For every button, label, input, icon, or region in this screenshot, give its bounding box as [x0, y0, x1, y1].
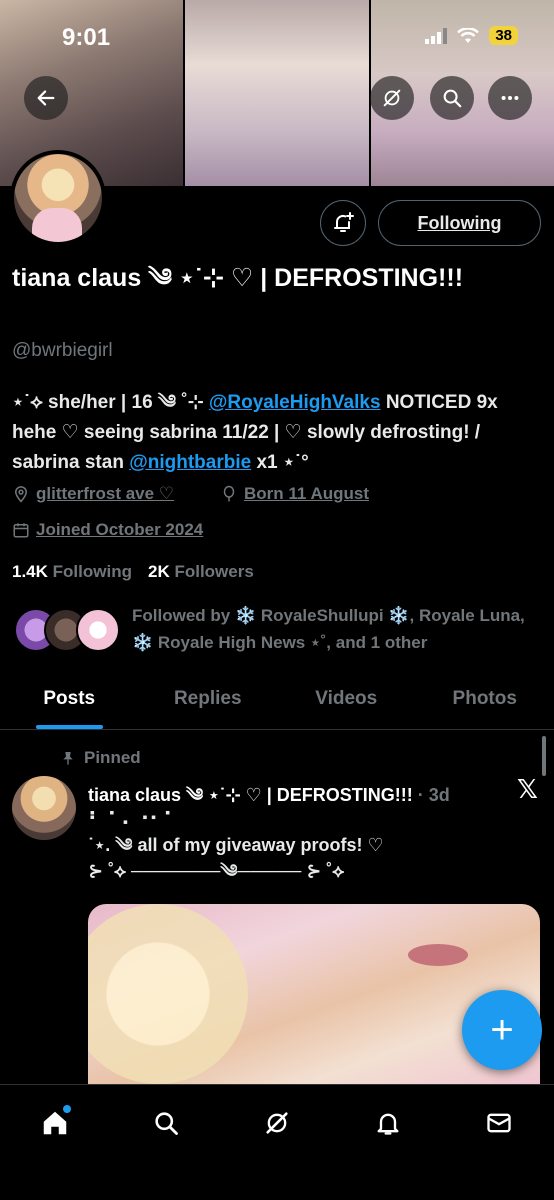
- search-icon: [155, 1112, 179, 1135]
- grok-button[interactable]: [370, 76, 414, 120]
- signal-icon: [425, 27, 448, 44]
- profile-tabs: Posts Replies Videos Photos: [0, 672, 554, 730]
- pinned-label: Pinned: [84, 748, 141, 767]
- followed-by-avatars[interactable]: [14, 608, 124, 656]
- notifications-toggle-button[interactable]: [320, 200, 366, 246]
- bell-icon: [377, 1113, 399, 1135]
- follow-counts: 1.4K Following 2K Followers: [12, 562, 254, 582]
- x-logo-icon: 𝕏: [517, 774, 538, 804]
- media-detail: [408, 944, 468, 966]
- tab-replies[interactable]: Replies: [139, 672, 278, 729]
- grok-icon: [266, 1112, 288, 1134]
- post-author-name[interactable]: tiana claus ༄ ⋆˙⊹ ♡ | DEFROSTING!!!: [88, 785, 413, 805]
- calendar-icon: [13, 523, 29, 538]
- bell-plus-icon: [334, 212, 354, 232]
- joined-row: Joined October 2024: [12, 520, 203, 540]
- followers-count: 2K: [147, 562, 170, 581]
- profile-birthday[interactable]: Born 11 August: [244, 484, 369, 504]
- profile-bio: ⋆˙⟡ she/her | 16 ༄ ˚⊹ @RoyaleHighValks N…: [12, 388, 542, 478]
- post-text: ⠃⠈ ⠄⠐⠂⠁ ˙⋆. ༄ all of my giveaway proofs!…: [88, 806, 528, 884]
- following-count-link[interactable]: 1.4K Following: [12, 562, 132, 582]
- balloon-icon: [223, 485, 235, 502]
- bottom-navigation: [0, 1084, 554, 1200]
- mail-icon: [486, 1113, 511, 1133]
- nav-grok[interactable]: [255, 1101, 299, 1145]
- pin-icon: [63, 752, 73, 765]
- battery-indicator: 38: [489, 26, 518, 45]
- followers-count-link[interactable]: 2K Followers: [148, 562, 254, 582]
- following-count: 1.4K: [12, 562, 48, 581]
- scrollbar[interactable]: [542, 736, 546, 776]
- nav-messages[interactable]: [477, 1101, 521, 1145]
- followers-label: Followers: [174, 562, 254, 581]
- birthday-row: Born 11 August: [220, 484, 369, 504]
- bio-text: ⋆˙⟡ she/her | 16 ༄ ˚⊹: [12, 392, 209, 413]
- bio-mention-link[interactable]: @RoyaleHighValks: [209, 392, 381, 413]
- followed-by-text[interactable]: Followed by ❄️ RoyaleShullupi ❄️, Royale…: [132, 602, 532, 656]
- avatar-detail: [32, 208, 82, 242]
- post-timestamp: · 3d: [417, 785, 450, 805]
- profile-avatar[interactable]: [10, 150, 106, 246]
- bio-text: x1 ⋆˙°: [251, 452, 309, 473]
- bio-mention-link[interactable]: @nightbarbie: [129, 452, 251, 473]
- back-button[interactable]: [24, 76, 68, 120]
- media-detail: [88, 904, 248, 1084]
- nav-home[interactable]: [33, 1101, 77, 1145]
- post-line: ⠃⠈ ⠄⠐⠂⠁: [88, 809, 178, 829]
- profile-location[interactable]: glitterfrost ave ♡: [36, 484, 174, 504]
- wifi-icon: [457, 27, 480, 43]
- search-button[interactable]: [430, 76, 474, 120]
- status-time: 9:01: [62, 24, 111, 51]
- location-pin-icon: [14, 486, 28, 503]
- nav-notifications[interactable]: [366, 1101, 410, 1145]
- avatar: [76, 608, 120, 652]
- post-line: ˙⋆. ༄ all of my giveaway proofs! ♡: [88, 835, 384, 855]
- search-icon: [443, 89, 462, 108]
- profile-name: tiana claus ༄ ⋆˙⊹ ♡ | DEFROSTING!!!: [12, 264, 464, 292]
- nav-search[interactable]: [144, 1101, 188, 1145]
- location-row: glitterfrost ave ♡: [12, 484, 174, 504]
- more-dots-icon: [501, 95, 519, 101]
- tab-videos[interactable]: Videos: [277, 672, 416, 729]
- tab-photos[interactable]: Photos: [416, 672, 554, 729]
- tab-posts[interactable]: Posts: [0, 672, 139, 729]
- compose-post-button[interactable]: +: [462, 990, 542, 1070]
- arrow-left-icon: [37, 90, 55, 106]
- following-button[interactable]: Following: [378, 200, 541, 246]
- following-label: Following: [52, 562, 132, 581]
- profile-handle: @bwrbiegirl: [12, 340, 113, 361]
- more-options-button[interactable]: [488, 76, 532, 120]
- post-author-avatar[interactable]: [12, 776, 76, 840]
- status-icons: 38: [425, 26, 518, 45]
- status-bar: 9:01 38: [0, 0, 554, 70]
- profile-joined-date[interactable]: Joined October 2024: [36, 520, 203, 540]
- grok-icon: [383, 89, 401, 107]
- pinned-indicator: Pinned: [60, 748, 141, 768]
- post-line: ⊱ ˚⟡ ───────༄───── ⊱ ˚⟡: [88, 861, 345, 881]
